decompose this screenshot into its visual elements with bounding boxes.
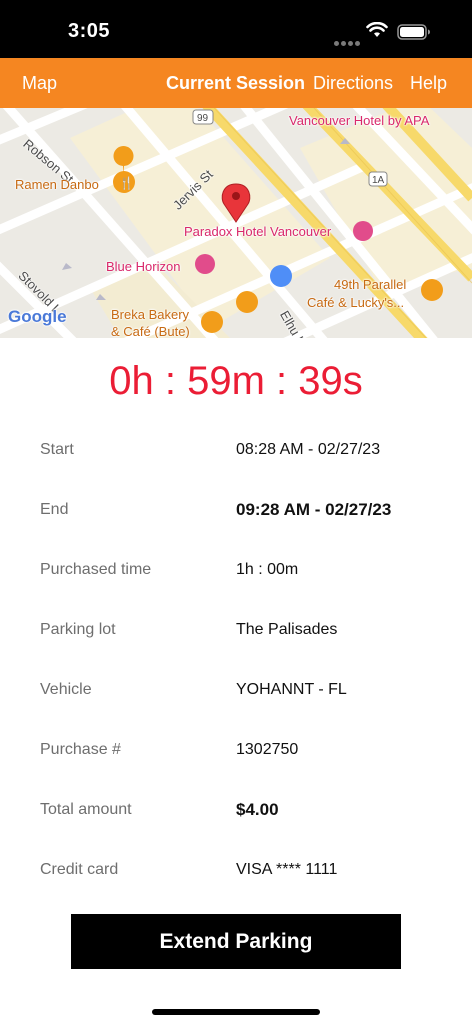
- google-logo: Google: [8, 307, 67, 326]
- nav-map[interactable]: Map: [22, 72, 57, 94]
- map-label-paradox-hotel: Paradox Hotel Vancouver: [184, 224, 332, 239]
- detail-label: Credit card: [40, 861, 119, 878]
- map-label-breka: Breka Bakery: [111, 307, 190, 322]
- detail-label: Vehicle: [40, 681, 92, 698]
- detail-label: Purchase #: [40, 741, 121, 758]
- detail-value: $4.00: [236, 800, 279, 819]
- map-view[interactable]: 🍴 Robson St Ramen Danbo Jervis St Parado…: [0, 108, 472, 338]
- nav-help[interactable]: Help: [410, 72, 447, 94]
- detail-row-vehicle: Vehicle YOHANNT - FL: [0, 660, 472, 720]
- extend-parking-button[interactable]: Extend Parking: [71, 914, 401, 969]
- detail-label: Start: [40, 441, 74, 458]
- signal-icon: [334, 33, 362, 51]
- wifi-icon: [366, 22, 388, 37]
- detail-value: YOHANNT - FL: [236, 681, 347, 698]
- detail-row-start: Start 08:28 AM - 02/27/23: [0, 420, 472, 480]
- map-label-49th-parallel: 49th Parallel: [334, 277, 407, 292]
- detail-row-purchase-number: Purchase # 1302750: [0, 720, 472, 780]
- map-label-breka-sub: & Café (Bute): [111, 324, 190, 338]
- detail-label: Parking lot: [40, 621, 116, 638]
- route-1a-label: 1A: [372, 175, 385, 186]
- detail-label: End: [40, 501, 69, 518]
- detail-value: VISA **** 1111: [236, 861, 338, 878]
- svg-text:🍴: 🍴: [119, 176, 134, 190]
- status-time: 3:05: [68, 20, 111, 42]
- detail-value: 08:28 AM - 02/27/23: [236, 441, 381, 458]
- detail-row-credit-card: Credit card VISA **** 1111: [0, 840, 472, 900]
- battery-icon: [397, 24, 430, 40]
- detail-value: The Palisades: [236, 621, 338, 638]
- detail-value: 1302750: [236, 741, 299, 758]
- detail-row-total-amount: Total amount $4.00: [0, 780, 472, 840]
- home-indicator: [152, 1009, 320, 1015]
- session-timer: 0h : 59m : 39s: [109, 359, 363, 403]
- nav-current-session[interactable]: Current Session: [166, 72, 305, 94]
- route-99-label: 99: [197, 113, 209, 124]
- map-label-49th-parallel-sub: Café & Lucky's...: [307, 295, 405, 310]
- detail-label: Total amount: [40, 801, 132, 818]
- nav-directions[interactable]: Directions: [313, 72, 393, 94]
- detail-row-purchased-time: Purchased time 1h : 00m: [0, 540, 472, 600]
- map-label-blue-horizon: Blue Horizon: [106, 259, 181, 274]
- detail-label: Purchased time: [40, 561, 152, 578]
- map-label-ramen-danbo: Ramen Danbo: [15, 177, 99, 192]
- detail-row-end: End 09:28 AM - 02/27/23: [0, 480, 472, 540]
- map-label-vancouver-hotel: Vancouver Hotel by APA: [289, 113, 430, 128]
- detail-value: 1h : 00m: [236, 561, 299, 578]
- detail-row-parking-lot: Parking lot The Palisades: [0, 600, 472, 660]
- nav-bar: Map Current Session Directions Help: [0, 58, 472, 108]
- detail-value: 09:28 AM - 02/27/23: [236, 500, 392, 519]
- status-bar: 3:05: [0, 0, 472, 58]
